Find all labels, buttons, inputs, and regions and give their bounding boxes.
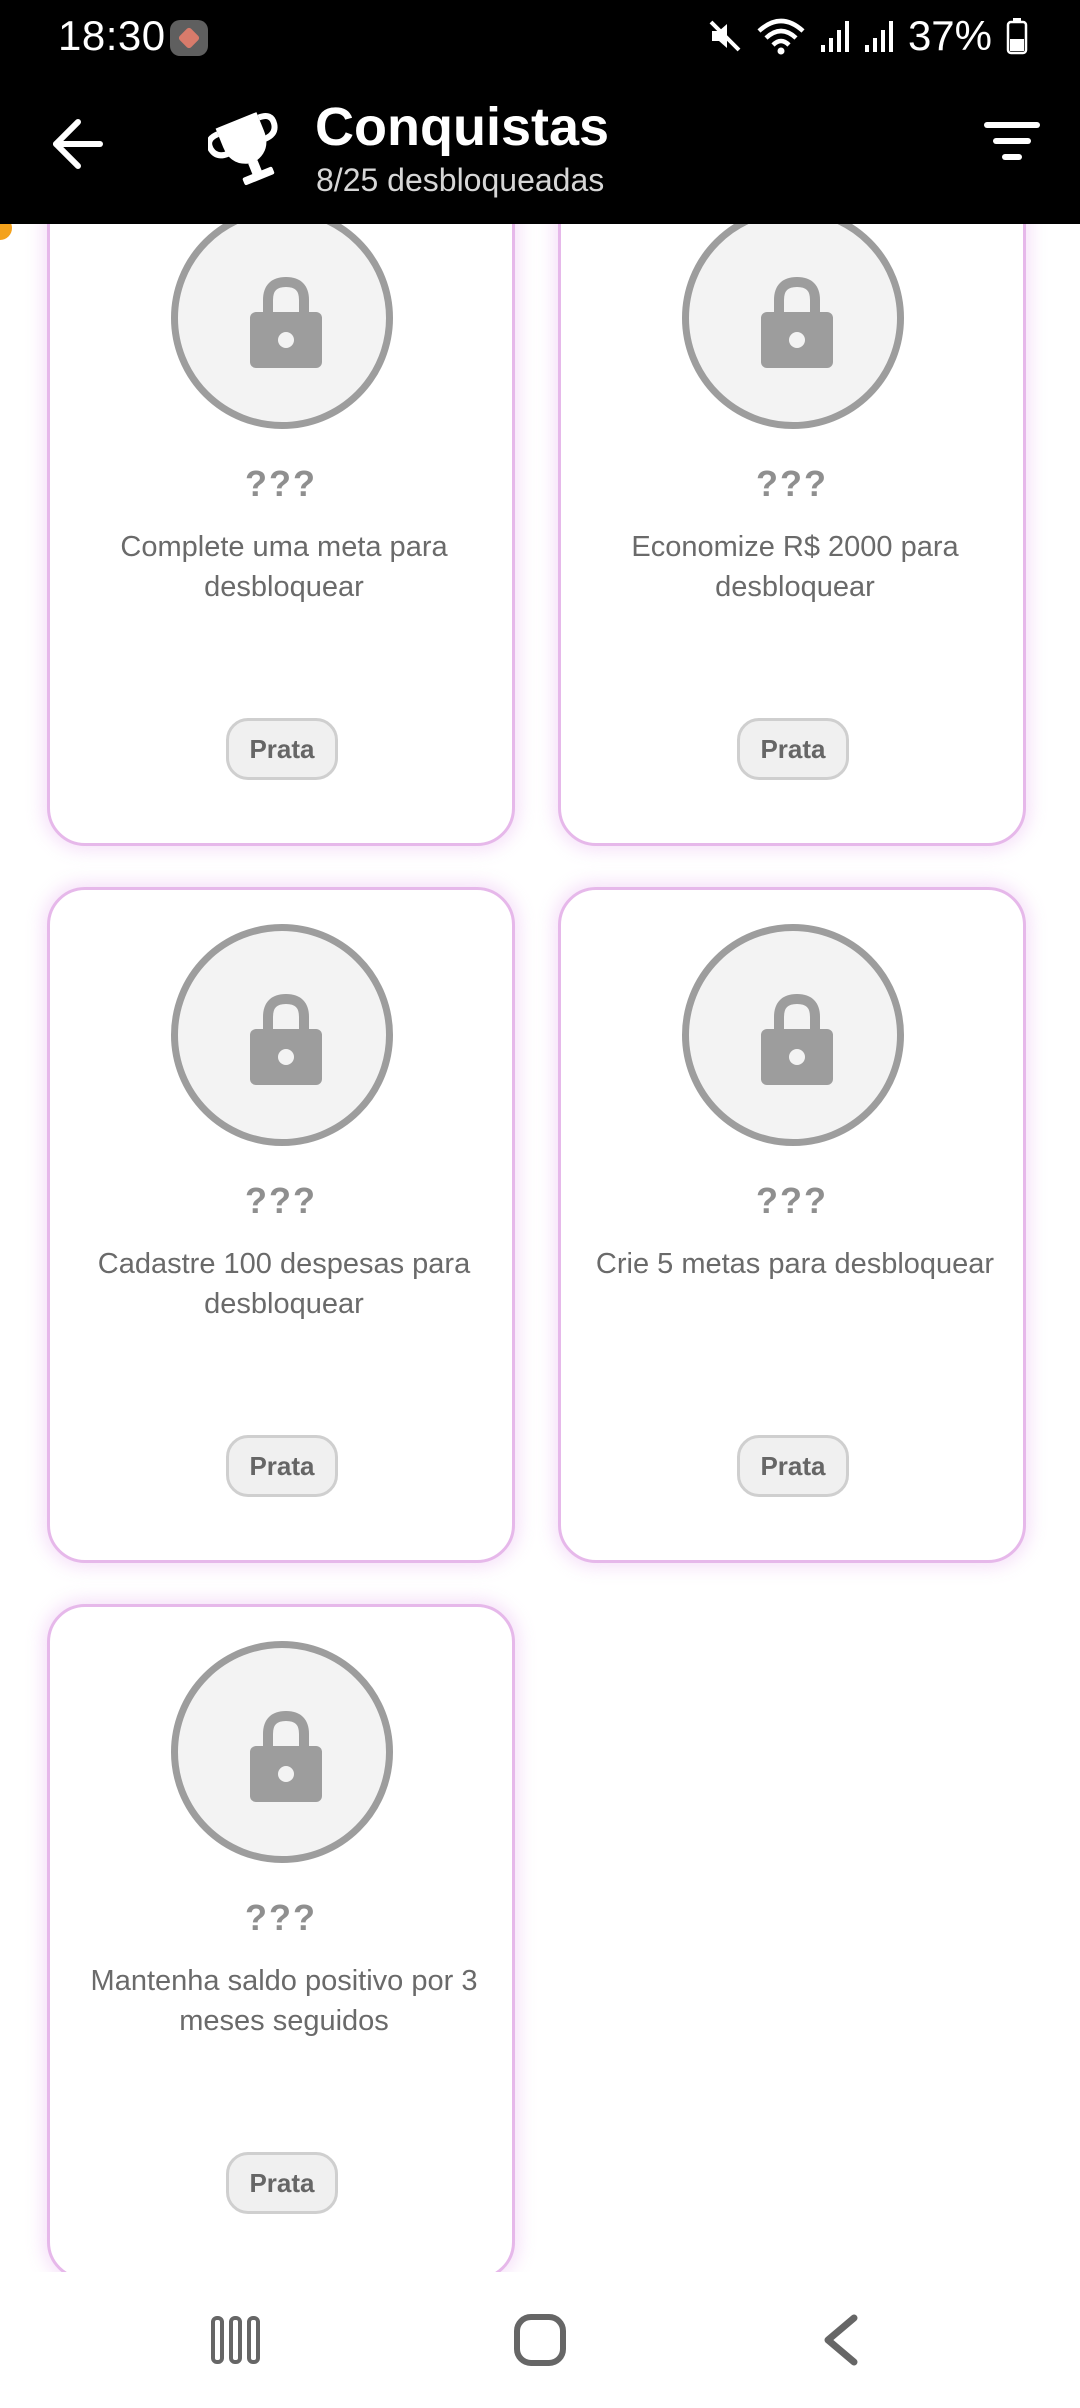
locked-achievement-icon [171,1641,393,1863]
tier-badge: Prata [737,718,849,780]
lock-icon [250,276,322,368]
achievement-name: ??? [756,1180,828,1221]
app-bar: Conquistas 8/25 desbloqueadas [0,72,1080,224]
filter-icon[interactable] [984,120,1040,164]
achievement-card[interactable]: ??? Economize R$ 2000 para desbloquear P… [558,224,1026,846]
achievement-name: ??? [245,1180,317,1221]
tier-badge: Prata [226,718,338,780]
recent-apps-icon[interactable] [210,2312,262,2368]
achievement-name: ??? [756,463,828,504]
mute-icon [709,20,741,52]
signal-icon [864,21,893,52]
lock-icon [250,1710,322,1802]
page-title: Conquistas [315,97,610,157]
trophy-icon [208,112,278,186]
lock-icon [761,276,833,368]
locked-achievement-icon [171,924,393,1146]
achievement-description: Cadastre 100 despesas para desbloquear [97,1248,471,1320]
locked-achievement-icon [682,924,904,1146]
unlocked-count: 8/25 desbloqueadas [316,162,605,198]
achievement-description: Crie 5 metas para desbloquear [595,1248,995,1280]
system-back-icon[interactable] [820,2312,864,2368]
achievement-description: Complete uma meta para desbloquear [120,531,448,603]
battery-icon [1006,18,1028,55]
status-bar: 18:30 37% [0,0,1080,72]
locked-achievement-icon [682,224,904,429]
achievement-name: ??? [245,1897,317,1938]
achievement-description: Economize R$ 2000 para desbloquear [631,531,959,603]
achievement-card[interactable]: ??? Crie 5 metas para desbloquear Prata [558,887,1026,1563]
tier-badge: Prata [226,2152,338,2214]
status-time: 18:30 [58,12,166,59]
achievement-card[interactable]: ??? Cadastre 100 despesas para desbloque… [47,887,515,1563]
achievement-card[interactable]: ??? Complete uma meta para desbloquear P… [47,224,515,846]
back-arrow-icon[interactable] [50,116,106,172]
achievement-card[interactable]: ??? Mantenha saldo positivo por 3 meses … [47,1604,515,2272]
wifi-icon [757,18,805,55]
home-icon[interactable] [512,2312,568,2368]
achievement-name: ??? [245,463,317,504]
locked-achievement-icon [171,224,393,429]
achievement-description: Mantenha saldo positivo por 3 meses segu… [90,1965,478,2037]
system-nav-bar [0,2272,1080,2408]
lock-icon [761,993,833,1085]
lock-icon [250,993,322,1085]
status-icons: 37% [708,10,1028,62]
battery-percent: 37% [907,12,992,59]
scroll-edge-indicator [0,224,12,240]
signal-icon [820,21,849,52]
app-notification-icon [170,20,208,56]
achievements-grid[interactable]: ??? Complete uma meta para desbloquear P… [0,224,1080,2272]
tier-badge: Prata [226,1435,338,1497]
tier-badge: Prata [737,1435,849,1497]
